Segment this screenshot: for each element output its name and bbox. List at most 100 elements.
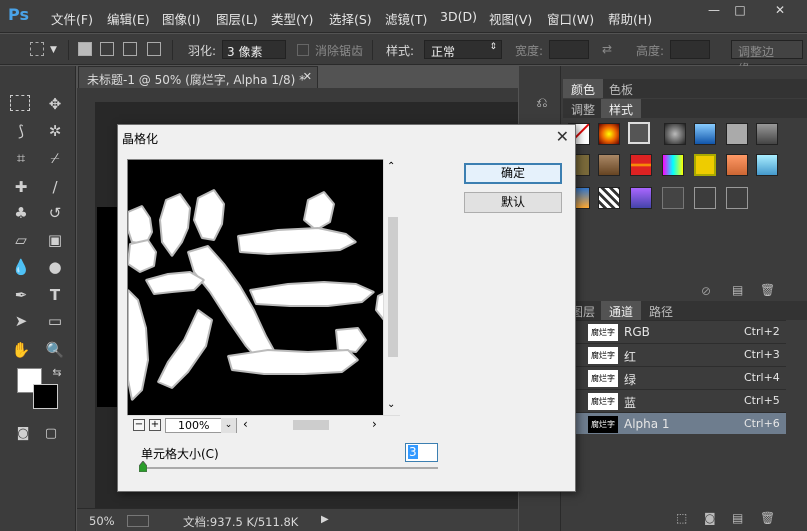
style-swatch[interactable] xyxy=(598,123,620,145)
clear-style-icon[interactable]: ⊘ xyxy=(701,284,711,298)
tab-paths[interactable]: 路径 xyxy=(641,301,681,320)
zoom-out-button[interactable]: − xyxy=(133,419,145,431)
menu-filter[interactable]: 滤镜(T) xyxy=(385,9,427,28)
filter-preview[interactable] xyxy=(127,159,400,433)
menu-3d[interactable]: 3D(D) xyxy=(440,9,477,24)
menu-image[interactable]: 图像(I) xyxy=(162,9,200,28)
channel-row-alpha[interactable]: 腐烂字 Alpha 1 Ctrl+6 xyxy=(576,412,786,434)
style-swatch[interactable] xyxy=(694,154,716,176)
width-input[interactable] xyxy=(549,40,589,59)
cell-size-slider-thumb[interactable] xyxy=(139,461,147,472)
history-brush-tool-icon[interactable]: ↺ xyxy=(44,202,66,224)
ok-button[interactable]: 确定 xyxy=(464,163,562,184)
new-selection-icon[interactable] xyxy=(78,42,92,56)
antialias-checkbox[interactable] xyxy=(297,44,309,56)
close-icon[interactable]: ✕ xyxy=(760,3,800,18)
menu-edit[interactable]: 编辑(E) xyxy=(107,9,150,28)
quick-mask-icon[interactable]: ◙ xyxy=(12,423,34,445)
close-icon[interactable]: ✕ xyxy=(556,127,569,146)
menu-type[interactable]: 类型(Y) xyxy=(271,9,313,28)
minimize-icon[interactable]: — xyxy=(702,3,726,18)
hand-tool-icon[interactable]: ✋ xyxy=(10,339,32,361)
screen-mode-icon[interactable]: ▢ xyxy=(40,423,62,445)
subtract-selection-icon[interactable] xyxy=(123,42,137,56)
channel-row-rgb[interactable]: 腐烂字 RGB Ctrl+2 xyxy=(576,320,786,342)
style-swatch[interactable] xyxy=(628,122,650,144)
scroll-down-icon[interactable]: ⌄ xyxy=(387,399,395,410)
zoom-in-button[interactable]: + xyxy=(149,419,161,431)
document-tab[interactable]: 未标题-1 @ 50% (腐烂字, Alpha 1/8) * ✕ xyxy=(78,66,318,88)
brush-tool-icon[interactable]: / xyxy=(44,176,66,198)
gradient-tool-icon[interactable]: ▣ xyxy=(44,229,66,251)
move-tool-icon[interactable]: ✥ xyxy=(44,93,66,115)
style-swatch[interactable] xyxy=(598,187,620,209)
lasso-tool-icon[interactable]: ⟆ xyxy=(10,120,32,142)
cell-size-input[interactable]: 3 xyxy=(405,443,438,462)
cell-size-slider-track[interactable] xyxy=(143,467,438,469)
rect-marquee-tool-icon[interactable] xyxy=(10,95,30,111)
chevron-down-icon[interactable]: ▼ xyxy=(50,45,57,55)
new-style-icon[interactable]: ▤ xyxy=(732,283,743,297)
style-swatch[interactable] xyxy=(664,123,686,145)
tab-color[interactable]: 颜色 xyxy=(563,79,604,98)
save-selection-icon[interactable]: ◙ xyxy=(704,511,716,525)
refine-edge-button[interactable]: 调整边缘... xyxy=(731,40,803,76)
eraser-tool-icon[interactable]: ▱ xyxy=(10,229,32,251)
menu-select[interactable]: 选择(S) xyxy=(329,9,372,28)
scroll-left-icon[interactable]: ‹ xyxy=(243,417,248,431)
history-panel-icon[interactable]: ⎌ xyxy=(531,92,553,114)
marquee-tool-icon[interactable] xyxy=(30,42,44,56)
style-swatch[interactable] xyxy=(630,187,652,209)
style-select[interactable]: 正常 ⇕ xyxy=(424,40,502,59)
background-color-swatch[interactable] xyxy=(33,384,58,409)
style-swatch[interactable] xyxy=(630,154,652,176)
tab-adjustments[interactable]: 调整 xyxy=(563,99,603,118)
style-swatch[interactable] xyxy=(694,187,716,209)
style-swatch[interactable] xyxy=(662,187,684,209)
play-icon[interactable]: ▶ xyxy=(321,514,329,525)
menu-layer[interactable]: 图层(L) xyxy=(216,9,258,28)
preview-zoom-field[interactable]: 100% ⌄ xyxy=(165,418,237,433)
feather-input[interactable]: 3 像素 xyxy=(222,40,286,59)
delete-style-icon[interactable]: 🗑 xyxy=(760,283,775,297)
default-button[interactable]: 默认 xyxy=(464,192,562,213)
crop-tool-icon[interactable]: ⌗ xyxy=(10,147,32,169)
style-swatch[interactable] xyxy=(694,123,716,145)
magic-wand-tool-icon[interactable]: ✲ xyxy=(44,120,66,142)
scroll-up-icon[interactable]: ⌃ xyxy=(387,161,395,172)
channel-row-red[interactable]: 腐烂字 红 Ctrl+3 xyxy=(576,343,786,365)
chevron-down-icon[interactable]: ⌄ xyxy=(221,418,236,433)
add-selection-icon[interactable] xyxy=(100,42,114,56)
tab-styles[interactable]: 样式 xyxy=(601,99,642,118)
style-swatch[interactable] xyxy=(726,187,748,209)
style-swatch[interactable] xyxy=(756,154,778,176)
menu-window[interactable]: 窗口(W) xyxy=(547,9,594,28)
load-selection-icon[interactable]: ⬚ xyxy=(676,511,687,525)
menu-help[interactable]: 帮助(H) xyxy=(608,9,652,28)
zoom-tool-icon[interactable]: 🔍 xyxy=(44,339,66,361)
channel-row-blue[interactable]: 腐烂字 蓝 Ctrl+5 xyxy=(576,389,786,411)
channel-row-green[interactable]: 腐烂字 绿 Ctrl+4 xyxy=(576,366,786,388)
healing-brush-tool-icon[interactable]: ✚ xyxy=(10,176,32,198)
pen-tool-icon[interactable]: ✒ xyxy=(10,284,32,306)
style-swatch[interactable] xyxy=(598,154,620,176)
intersect-selection-icon[interactable] xyxy=(147,42,161,56)
style-swatch[interactable] xyxy=(726,123,748,145)
style-swatch[interactable] xyxy=(726,154,748,176)
swap-icon[interactable]: ⇄ xyxy=(602,42,612,56)
tab-channels[interactable]: 通道 xyxy=(601,301,642,320)
zoom-level[interactable]: 50% xyxy=(89,514,115,528)
menu-view[interactable]: 视图(V) xyxy=(489,9,532,28)
height-input[interactable] xyxy=(670,40,710,59)
vertical-scroll-thumb[interactable] xyxy=(388,217,398,357)
menu-file[interactable]: 文件(F) xyxy=(51,9,93,28)
canvas[interactable] xyxy=(97,207,117,407)
style-swatch[interactable] xyxy=(756,123,778,145)
clone-stamp-tool-icon[interactable]: ♣ xyxy=(10,202,32,224)
dodge-tool-icon[interactable]: ● xyxy=(44,256,66,278)
type-tool-icon[interactable]: T xyxy=(44,284,66,306)
new-channel-icon[interactable]: ▤ xyxy=(732,511,743,525)
shape-tool-icon[interactable]: ▭ xyxy=(44,310,66,332)
delete-channel-icon[interactable]: 🗑 xyxy=(760,511,775,525)
swap-colors-icon[interactable]: ⇆ xyxy=(46,362,68,384)
